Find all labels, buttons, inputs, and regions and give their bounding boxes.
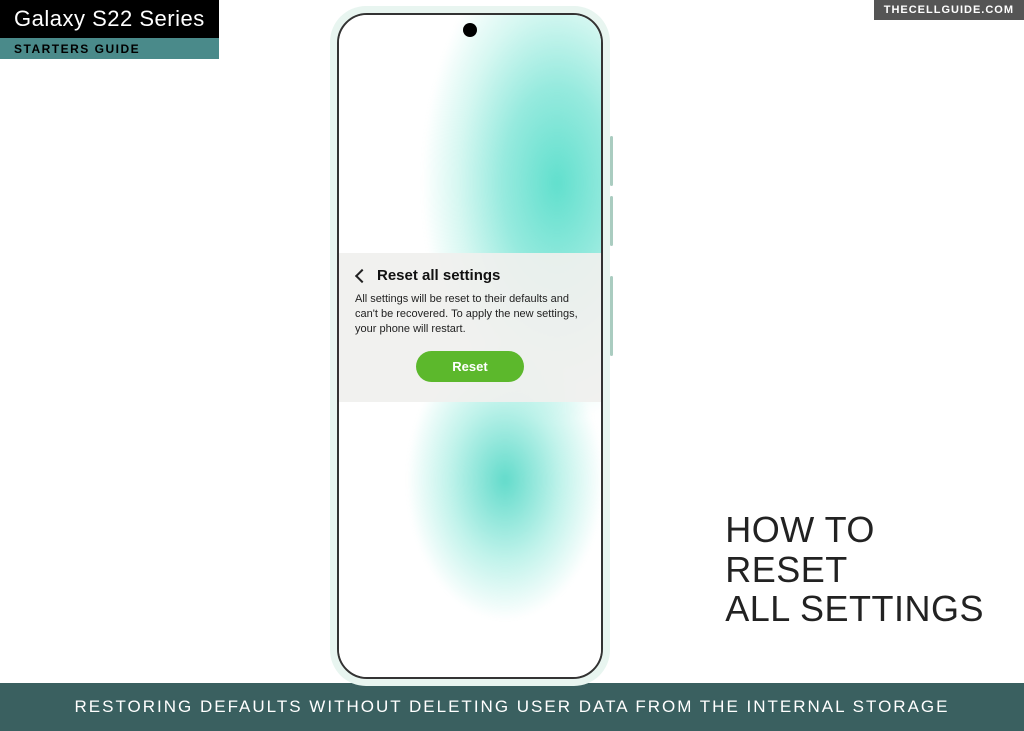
camera-notch bbox=[463, 23, 477, 37]
panel-title: Reset all settings bbox=[377, 267, 500, 284]
site-badge: THECELLGUIDE.COM bbox=[874, 0, 1024, 20]
phone-screen: Reset all settings All settings will be … bbox=[337, 13, 603, 679]
phone-mockup: Reset all settings All settings will be … bbox=[330, 6, 610, 686]
volume-up-button bbox=[610, 136, 613, 186]
headline-line-2: RESET bbox=[725, 549, 848, 590]
reset-button[interactable]: Reset bbox=[416, 351, 523, 382]
series-name: Galaxy S22 Series bbox=[0, 0, 219, 38]
headline-line-3: ALL SETTINGS bbox=[725, 588, 984, 629]
back-icon[interactable] bbox=[355, 268, 369, 282]
footer-text: RESTORING DEFAULTS WITHOUT DELETING USER… bbox=[75, 697, 950, 717]
volume-down-button bbox=[610, 196, 613, 246]
page-headline: HOW TO RESET ALL SETTINGS bbox=[725, 510, 984, 629]
power-button bbox=[610, 276, 613, 356]
settings-panel: Reset all settings All settings will be … bbox=[339, 253, 601, 402]
headline-line-1: HOW TO bbox=[725, 509, 875, 550]
guide-label: STARTERS GUIDE bbox=[0, 38, 219, 59]
panel-header: Reset all settings bbox=[355, 267, 585, 284]
footer-bar: RESTORING DEFAULTS WITHOUT DELETING USER… bbox=[0, 683, 1024, 731]
series-badge: Galaxy S22 Series STARTERS GUIDE bbox=[0, 0, 219, 59]
panel-description: All settings will be reset to their defa… bbox=[355, 292, 585, 337]
